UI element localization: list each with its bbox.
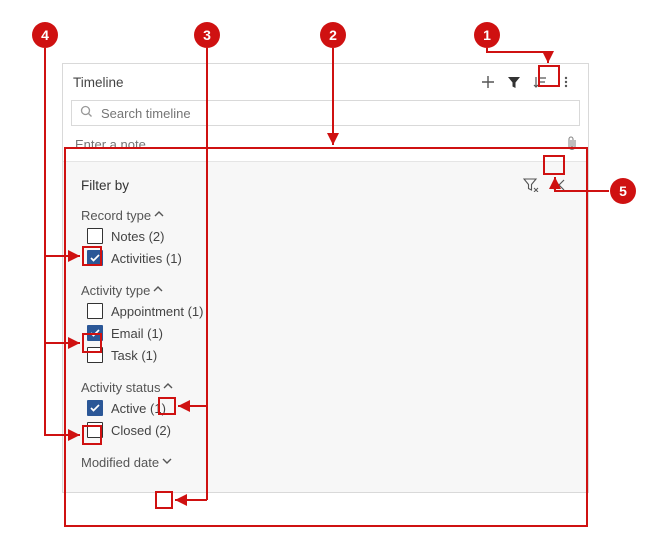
option-task[interactable]: Task (1) (81, 344, 570, 366)
modified-date-label: Modified date (81, 455, 159, 470)
more-icon[interactable] (554, 70, 578, 94)
timeline-panel: Timeline (62, 63, 589, 493)
record-type-toggle[interactable]: Record type (81, 206, 570, 225)
callout-3: 3 (194, 22, 220, 48)
checkbox-icon (87, 303, 103, 319)
option-label: Activities (1) (111, 251, 182, 266)
option-label: Appointment (1) (111, 304, 204, 319)
activity-status-label: Activity status (81, 380, 160, 395)
search-row (63, 96, 588, 130)
callout-2: 2 (320, 22, 346, 48)
checkbox-icon (87, 325, 103, 341)
checkbox-icon (87, 347, 103, 363)
panel-title: Timeline (73, 75, 474, 90)
option-label: Task (1) (111, 348, 157, 363)
record-type-label: Record type (81, 208, 151, 223)
note-input[interactable] (73, 136, 566, 153)
clear-filter-icon[interactable] (520, 174, 542, 196)
section-record-type: Record type Notes (2) Activities (1) (81, 206, 570, 269)
sort-icon[interactable] (528, 70, 552, 94)
option-appointment[interactable]: Appointment (1) (81, 300, 570, 322)
callout-4: 4 (32, 22, 58, 48)
filter-title: Filter by (81, 178, 520, 193)
section-modified-date: Modified date (81, 453, 570, 472)
chevron-up-icon (162, 380, 174, 395)
filter-icon[interactable] (502, 70, 526, 94)
modified-date-toggle[interactable]: Modified date (81, 453, 570, 472)
section-activity-status: Activity status Active (1) Closed (2) (81, 378, 570, 441)
note-row (63, 130, 588, 161)
activity-type-toggle[interactable]: Activity type (81, 281, 570, 300)
option-label: Active (1) (111, 401, 166, 416)
checkbox-icon (87, 250, 103, 266)
attach-icon[interactable] (566, 136, 578, 153)
chevron-down-icon (161, 455, 173, 470)
checkbox-icon (87, 228, 103, 244)
search-icon (80, 105, 93, 121)
callout-1: 1 (474, 22, 500, 48)
activity-type-label: Activity type (81, 283, 150, 298)
filter-pane: Filter by Record type Notes (2) Activiti… (63, 161, 588, 492)
add-icon[interactable] (476, 70, 500, 94)
checkbox-icon (87, 400, 103, 416)
option-active[interactable]: Active (1) (81, 397, 570, 419)
search-box[interactable] (71, 100, 580, 126)
option-notes[interactable]: Notes (2) (81, 225, 570, 247)
chevron-up-icon (153, 208, 165, 223)
checkbox-icon (87, 422, 103, 438)
option-email[interactable]: Email (1) (81, 322, 570, 344)
option-closed[interactable]: Closed (2) (81, 419, 570, 441)
callout-5: 5 (610, 178, 636, 204)
panel-header: Timeline (63, 64, 588, 96)
activity-status-toggle[interactable]: Activity status (81, 378, 570, 397)
option-label: Email (1) (111, 326, 163, 341)
filter-header: Filter by (81, 174, 570, 196)
hl-chevron-date (155, 491, 173, 509)
option-label: Notes (2) (111, 229, 164, 244)
option-label: Closed (2) (111, 423, 171, 438)
option-activities[interactable]: Activities (1) (81, 247, 570, 269)
section-activity-type: Activity type Appointment (1) Email (1) … (81, 281, 570, 366)
close-icon[interactable] (548, 174, 570, 196)
chevron-up-icon (152, 283, 164, 298)
search-input[interactable] (99, 105, 571, 122)
